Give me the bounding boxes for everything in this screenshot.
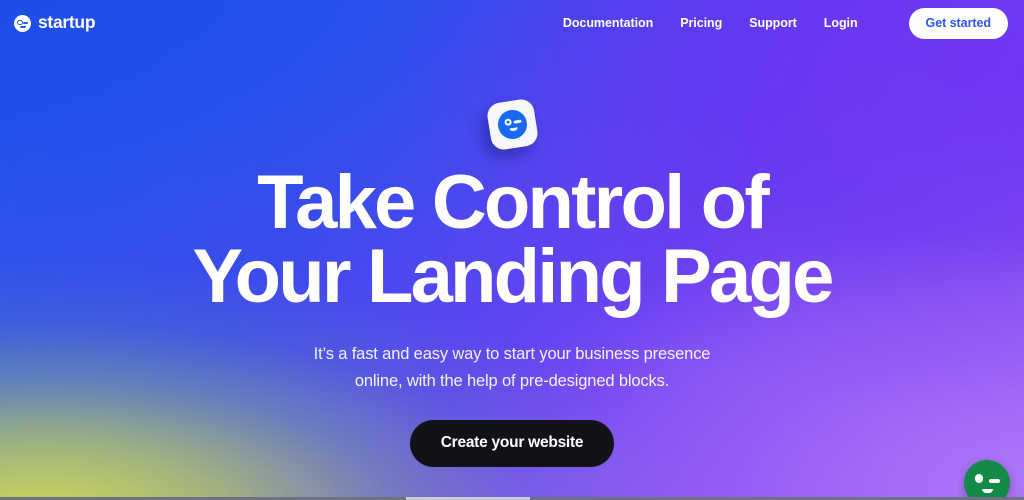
page-title: Take Control of Your Landing Page <box>192 160 834 320</box>
nav-link-login[interactable]: Login <box>824 16 858 30</box>
brand-name: startup <box>38 12 96 33</box>
brand-logo[interactable]: startup <box>14 12 96 33</box>
headline-line-2: Your Landing Page <box>192 234 834 320</box>
hero-content: Take Control of Your Landing Page It’s a… <box>0 0 1024 500</box>
nav-link-pricing[interactable]: Pricing <box>680 16 722 30</box>
navigation-bar: startup Documentation Pricing Support Lo… <box>0 0 1024 46</box>
get-started-button[interactable]: Get started <box>908 7 1008 39</box>
widget-bar <box>989 478 1000 483</box>
subtitle-line-1: It’s a fast and easy way to start your b… <box>313 344 711 363</box>
headline-line-1: Take Control of <box>257 160 770 245</box>
key-badge-icon <box>485 97 539 152</box>
hero-subtitle: It’s a fast and easy way to start your b… <box>314 341 711 394</box>
subtitle-line-2: online, with the help of pre-designed bl… <box>354 371 670 390</box>
nav-link-documentation[interactable]: Documentation <box>563 16 653 30</box>
widget-smile <box>982 488 993 493</box>
key-chat-icon[interactable] <box>964 460 1010 500</box>
widget-ring <box>974 474 983 483</box>
create-your-website-button[interactable]: Create your website <box>409 420 615 468</box>
nav-links: Documentation Pricing Support Login Get … <box>563 7 1008 39</box>
key-circle-icon <box>14 14 31 32</box>
hero-section: startup Documentation Pricing Support Lo… <box>0 0 1024 500</box>
nav-link-support[interactable]: Support <box>749 16 797 30</box>
